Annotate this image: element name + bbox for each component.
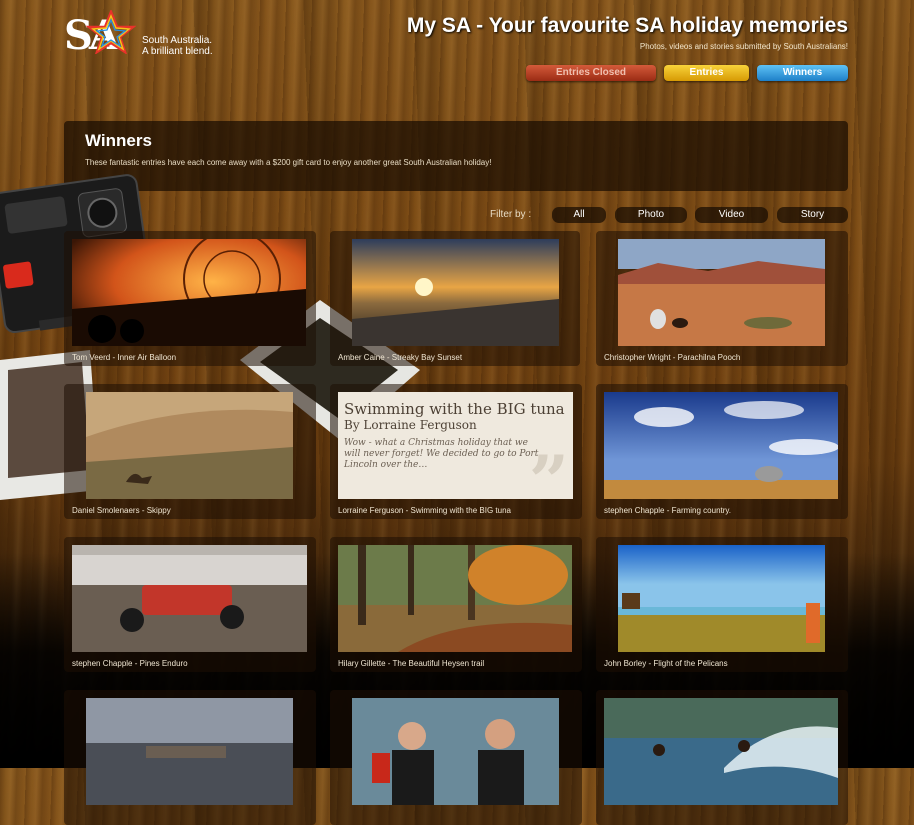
entry-card[interactable]: Amber Caine - Streaky Bay Sunset bbox=[330, 231, 580, 366]
entry-card[interactable]: Christopher Wright - Parachilna Pooch bbox=[596, 231, 848, 366]
entry-card[interactable]: Daniel Smolenaers - Skippy bbox=[64, 384, 316, 519]
winners-heading: Winners bbox=[85, 131, 152, 150]
entry-card[interactable]: stephen Chapple - Pines Enduro bbox=[64, 537, 316, 672]
entry-caption[interactable]: Hilary Gillette - The Beautiful Heysen t… bbox=[338, 659, 484, 668]
winners-panel: Winners These fantastic entries have eac… bbox=[64, 121, 848, 191]
entry-card[interactable]: Swimming with the BIG tuna By Lorraine F… bbox=[330, 384, 582, 519]
entry-thumbnail[interactable] bbox=[604, 698, 838, 805]
entry-caption[interactable]: Christopher Wright - Parachilna Pooch bbox=[604, 353, 740, 362]
entry-caption[interactable]: stephen Chapple - Pines Enduro bbox=[72, 659, 188, 668]
entry-card[interactable] bbox=[64, 690, 316, 825]
entry-caption[interactable]: Lorraine Ferguson - Swimming with the BI… bbox=[338, 506, 511, 515]
entry-thumbnail[interactable] bbox=[618, 239, 825, 346]
star-icon bbox=[86, 10, 136, 54]
entry-thumbnail[interactable] bbox=[86, 698, 293, 805]
entry-card[interactable]: stephen Chapple - Farming country. bbox=[596, 384, 848, 519]
entry-thumbnail[interactable] bbox=[352, 239, 559, 346]
entry-card[interactable]: Tom Veerd - Inner Air Balloon bbox=[64, 231, 316, 366]
entry-thumbnail[interactable] bbox=[72, 239, 306, 346]
entry-caption[interactable]: John Borley - Flight of the Pelicans bbox=[604, 659, 728, 668]
story-thumbnail[interactable]: Swimming with the BIG tuna By Lorraine F… bbox=[338, 392, 573, 499]
entry-caption[interactable]: Daniel Smolenaers - Skippy bbox=[72, 506, 171, 515]
story-author: By Lorraine Ferguson bbox=[344, 418, 477, 432]
entry-thumbnail[interactable] bbox=[352, 698, 559, 805]
sa-logo[interactable]: SA South Australia. A brilliant blend. bbox=[64, 10, 234, 59]
entry-caption[interactable]: Amber Caine - Streaky Bay Sunset bbox=[338, 353, 462, 362]
logo-tagline-2: A brilliant blend. bbox=[142, 46, 213, 57]
quote-mark-icon: ” bbox=[528, 440, 569, 499]
logo-tagline-1: South Australia. bbox=[142, 35, 213, 46]
entry-caption[interactable]: Tom Veerd - Inner Air Balloon bbox=[72, 353, 176, 362]
entry-card[interactable] bbox=[330, 690, 582, 825]
winners-button[interactable]: Winners bbox=[757, 65, 848, 81]
story-excerpt: Wow - what a Christmas holiday that we w… bbox=[344, 438, 539, 470]
entries-button[interactable]: Entries bbox=[664, 65, 749, 81]
story-title: Swimming with the BIG tuna bbox=[344, 400, 565, 418]
entry-thumbnail[interactable] bbox=[618, 545, 825, 652]
entry-card[interactable] bbox=[596, 690, 848, 825]
filter-label: Filter by : bbox=[490, 209, 532, 220]
entry-card[interactable]: John Borley - Flight of the Pelicans bbox=[596, 537, 848, 672]
entry-thumbnail[interactable] bbox=[72, 545, 307, 652]
filter-video-button[interactable]: Video bbox=[695, 207, 768, 223]
entry-card[interactable]: Hilary Gillette - The Beautiful Heysen t… bbox=[330, 537, 582, 672]
filter-story-button[interactable]: Story bbox=[777, 207, 848, 223]
entry-thumbnail[interactable] bbox=[604, 392, 838, 499]
entry-caption[interactable]: stephen Chapple - Farming country. bbox=[604, 506, 731, 515]
page-subtitle: Photos, videos and stories submitted by … bbox=[639, 42, 848, 51]
entry-thumbnail[interactable] bbox=[338, 545, 572, 652]
entries-closed-button[interactable]: Entries Closed bbox=[526, 65, 656, 81]
page-title: My SA - Your favourite SA holiday memori… bbox=[406, 14, 848, 37]
entry-thumbnail[interactable] bbox=[86, 392, 293, 499]
filter-photo-button[interactable]: Photo bbox=[615, 207, 687, 223]
filter-all-button[interactable]: All bbox=[552, 207, 606, 223]
